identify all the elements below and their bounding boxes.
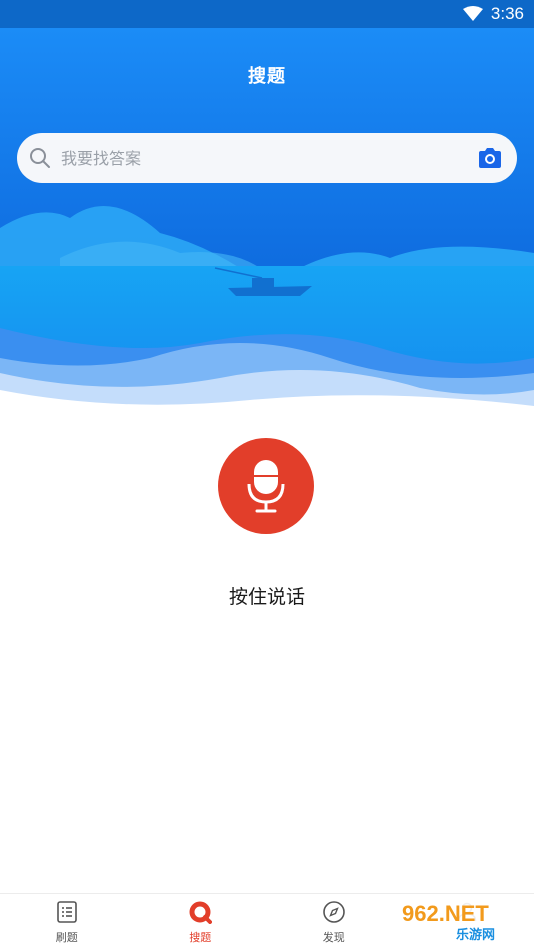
tab-discover[interactable]: 发现 (267, 894, 401, 949)
search-input[interactable] (61, 148, 477, 168)
tab-label: 搜题 (189, 931, 212, 944)
microphone-icon (247, 460, 285, 513)
status-bar: 3:36 (0, 0, 534, 28)
tab-search[interactable]: 搜题 (134, 894, 268, 949)
compass-icon (322, 901, 345, 923)
search-bar[interactable] (17, 133, 517, 183)
voice-record-button[interactable] (218, 438, 314, 534)
status-time: 3:36 (490, 4, 524, 23)
watermark-logo: 962.NET 乐游网 (395, 898, 531, 944)
search-icon (30, 148, 50, 168)
hold-to-talk-label: 按住说话 (228, 586, 305, 608)
page-title: 搜题 (248, 66, 286, 87)
list-icon (56, 901, 77, 923)
camera-icon[interactable] (477, 147, 503, 169)
tab-label: 刷题 (55, 931, 78, 944)
watermark-text: 962.NET (402, 901, 489, 926)
search-o-icon (189, 901, 213, 924)
watermark-subtext: 乐游网 (456, 927, 495, 943)
tab-label: 发现 (322, 931, 345, 944)
tab-practice[interactable]: 刷题 (0, 894, 134, 949)
wifi-icon (462, 6, 483, 22)
watermark-graphic: 962.NET 乐游网 (402, 901, 495, 943)
